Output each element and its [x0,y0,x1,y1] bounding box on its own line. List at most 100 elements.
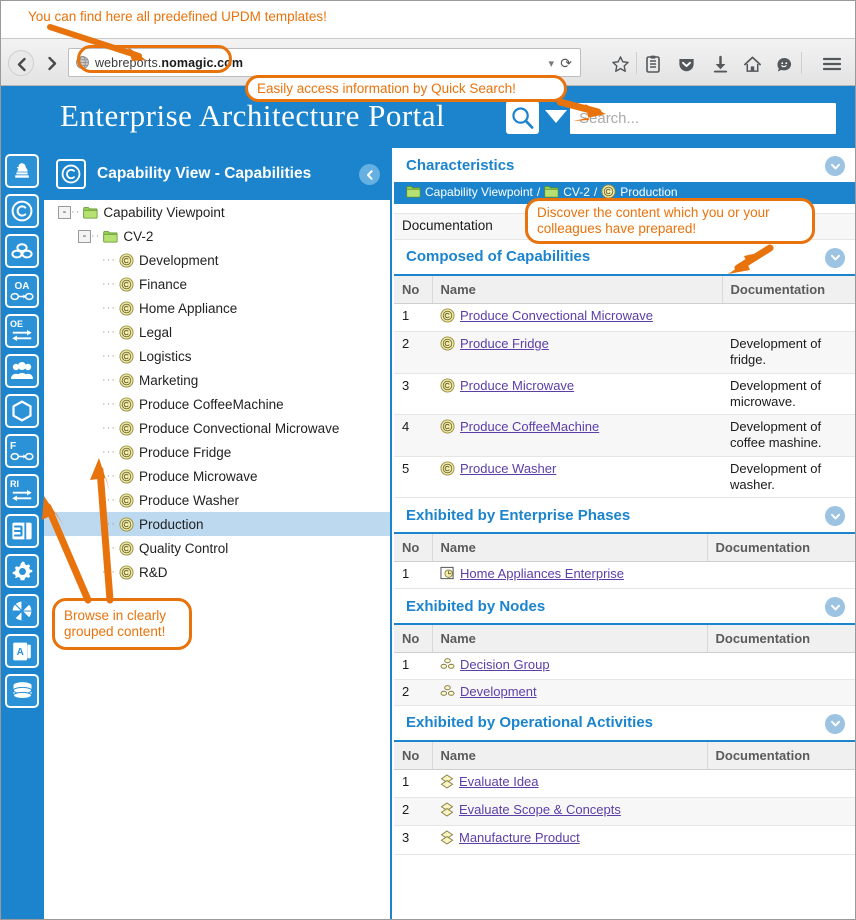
row-name[interactable]: Produce CoffeeMachine [432,414,722,457]
tree-item-r-d[interactable]: ··· R&D [44,560,390,584]
tree-item-production[interactable]: ··· Production [44,512,390,536]
row-name-link[interactable]: Evaluate Idea [459,774,539,790]
tree-item-produce-microwave[interactable]: ··· Produce Microwave [44,464,390,488]
tree-item-capability-viewpoint[interactable]: - ·· Capability Viewpoint [44,200,390,224]
chevron-down-icon[interactable] [825,156,845,176]
folder-icon [544,185,559,198]
tree-item-finance[interactable]: ··· Finance [44,272,390,296]
browser-back-button[interactable] [8,50,34,76]
section-header-exhibited-by-operational-activities[interactable]: Exhibited by Operational Activities [394,705,856,742]
table-row: 2 Produce Fridge Development of fridge. [394,331,856,374]
rail-item-pie-chart[interactable] [5,594,39,628]
breadcrumb-item[interactable]: Capability Viewpoint [425,185,533,199]
tree-item-development[interactable]: ··· Development [44,248,390,272]
table-row: 2 Evaluate Scope & Concepts [394,797,856,827]
chevron-down-icon[interactable] [825,247,845,268]
column-header: Name [432,534,708,562]
tree-toggle-collapse-icon[interactable]: - [78,229,91,243]
row-name[interactable]: Evaluate Idea [432,769,707,799]
tree-connector: ··· [102,326,116,338]
download-icon[interactable] [708,52,732,76]
rail-item-settings[interactable] [5,554,39,588]
tree-item-produce-washer[interactable]: ··· Produce Washer [44,488,390,512]
row-name[interactable]: Produce Microwave [432,373,722,415]
browser-forward-button[interactable] [38,50,64,76]
row-name-link[interactable]: Produce Convectional Microwave [460,308,653,324]
breadcrumb[interactable]: Capability Viewpoint / CV-2/Production [406,184,678,199]
home-icon[interactable] [740,52,764,76]
rail-item-operational-exchange[interactable]: OE [5,314,39,348]
breadcrumb-item[interactable]: CV-2 [563,185,590,199]
search-icon[interactable] [506,101,539,134]
section-header-exhibited-by-nodes[interactable]: Exhibited by Nodes [394,589,856,626]
tree-item-cv-2[interactable]: - ·· CV-2 [44,224,390,248]
row-name-link[interactable]: Evaluate Scope & Concepts [459,802,621,818]
chevron-left-icon[interactable] [359,164,380,185]
row-name-link[interactable]: Development [460,684,537,700]
address-dropdown-icon[interactable]: ▾ [548,57,554,70]
row-documentation [707,561,856,590]
chevron-down-icon[interactable] [825,713,845,734]
rail-item-function[interactable]: F [5,434,39,468]
menu-icon[interactable] [820,52,844,76]
rail-item-resource-group[interactable] [5,234,39,268]
tree-item-produce-coffeemachine[interactable]: ··· Produce CoffeeMachine [44,392,390,416]
rail-item-resource-interaction[interactable]: RI [5,474,39,508]
portal-help-icon[interactable]: ? [794,109,806,126]
row-name[interactable]: Decision Group [432,652,707,680]
row-name[interactable]: Manufacture Product [432,825,707,855]
row-name-link[interactable]: Produce Fridge [460,336,549,352]
tree-item-quality-control[interactable]: ··· Quality Control [44,536,390,560]
row-name-link[interactable]: Decision Group [460,657,550,673]
row-number: 5 [394,456,432,498]
rail-item-persons[interactable] [5,354,39,388]
section-header-exhibited-by-enterprise-phases[interactable]: Exhibited by Enterprise Phases [394,498,856,534]
tree-item-produce-fridge[interactable]: ··· Produce Fridge [44,440,390,464]
rail-item-capability[interactable] [5,194,39,228]
row-name-link[interactable]: Produce CoffeeMachine [460,419,599,435]
tree-connector: ··· [102,494,116,506]
tree-item-legal[interactable]: ··· Legal [44,320,390,344]
reader-icon[interactable] [641,52,665,76]
tree-item-label: Development [139,252,219,268]
search-dropdown-icon[interactable] [545,110,567,123]
row-name-link[interactable]: Home Appliances Enterprise [460,566,624,582]
column-header: No [394,275,433,304]
chevron-down-icon[interactable] [825,597,845,618]
tree-item-produce-convectional-microwave[interactable]: ··· Produce Convectional Microwave [44,416,390,440]
section-title: Characteristics [406,156,515,174]
row-name-link[interactable]: Produce Microwave [460,378,574,394]
rail-item-glossary[interactable]: A [5,634,39,668]
table-row: 3 Produce Microwave Development of microwa… [394,373,856,415]
tree-connector: ··· [102,350,116,362]
rail-item-database[interactable] [5,674,39,708]
tree-toggle-collapse-icon[interactable]: - [58,205,71,219]
row-name[interactable]: Produce Fridge [432,331,722,374]
row-name[interactable]: Produce Convectional Microwave [432,303,722,333]
row-name[interactable]: Evaluate Scope & Concepts [432,797,707,827]
tree-connector: ·· [91,230,101,242]
rail-item-operational-activity[interactable]: OA [5,274,39,308]
pocket-icon[interactable] [674,52,698,76]
star-icon[interactable] [608,52,632,76]
rail-item-structure[interactable] [5,514,39,548]
row-name-link[interactable]: Produce Washer [460,461,556,477]
portal-home-icon[interactable] [770,110,786,126]
breadcrumb-item[interactable]: Production [620,185,677,199]
sync-icon[interactable] [772,52,796,76]
row-name[interactable]: Home Appliances Enterprise [432,561,707,590]
tree-item-marketing[interactable]: ··· Marketing [44,368,390,392]
reload-icon[interactable]: ⟳ [560,55,572,72]
portal-user-icon[interactable] [812,110,828,126]
row-name-link[interactable]: Manufacture Product [459,830,580,846]
tree-item-home-appliance[interactable]: ··· Home Appliance [44,296,390,320]
tree-item-logistics[interactable]: ··· Logistics [44,344,390,368]
chevron-down-icon[interactable] [825,506,845,526]
capability-tree[interactable]: - ·· Capability Viewpoint - ·· CV-2 ··· Develop… [44,200,390,920]
section-header-composed-of-capabilities[interactable]: Composed of Capabilities [394,239,856,276]
row-name[interactable]: Produce Washer [432,456,722,498]
section-header-characteristics[interactable]: Characteristics [394,148,856,184]
row-name[interactable]: Development [432,679,707,706]
rail-item-actual-organization[interactable] [5,154,39,188]
rail-item-node[interactable] [5,394,39,428]
